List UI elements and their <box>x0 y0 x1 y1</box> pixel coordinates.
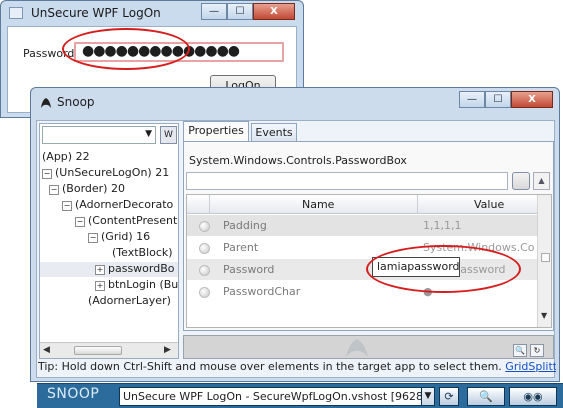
property-status-icon <box>199 221 210 232</box>
gridsplitter-link[interactable]: GridSplitte <box>505 360 556 373</box>
tip-line: Tip: Hold down Ctrl-Shift and mouse over… <box>38 360 556 373</box>
collapse-icon[interactable]: − <box>49 185 59 195</box>
target-app-combo[interactable]: UnSecure WPF LogOn - SecureWpfLogOn.vsho… <box>119 387 435 406</box>
property-status-icon <box>199 243 210 254</box>
tree-node[interactable]: − (Border) 20 <box>40 182 178 197</box>
annotation-ring-password-field <box>62 28 190 70</box>
logon-window-title: UnSecure WPF LogOn <box>31 6 161 20</box>
tree-node[interactable]: + btnLogin (Bu <box>40 278 178 293</box>
minimize-button[interactable]: — <box>459 91 485 108</box>
tree-node[interactable]: (TextBlock) <box>40 246 178 261</box>
tree-node[interactable]: − (AdornerDecorato <box>40 198 178 213</box>
collapse-icon[interactable]: − <box>75 217 85 227</box>
collapse-icon[interactable]: − <box>88 233 98 243</box>
annotation-ring-password-value <box>366 245 521 293</box>
tab-properties[interactable]: Properties <box>183 121 249 142</box>
tree-filter-combo[interactable]: ▼ <box>42 126 156 144</box>
tree-node-label: passwordBo <box>108 262 175 275</box>
close-button[interactable]: X <box>511 91 553 108</box>
tree-node-label: btnLogin (Bu <box>108 278 179 291</box>
tree-node-label: (App) 22 <box>42 150 90 163</box>
property-name: Padding <box>223 219 267 232</box>
expand-icon[interactable]: + <box>95 265 105 275</box>
tree-node[interactable]: − (Grid) 16 <box>40 230 178 245</box>
property-status-icon <box>199 265 210 276</box>
logon-titlebar[interactable]: UnSecure WPF LogOn — ☐ X <box>1 1 303 25</box>
property-name: Parent <box>223 241 259 254</box>
collapse-icon[interactable]: − <box>62 201 72 211</box>
snoop-toolbar: SNOOP UnSecure WPF LogOn - SecureWpfLogO… <box>37 383 563 408</box>
scroll-up-icon[interactable]: ▲ <box>533 172 550 190</box>
zoom-icon[interactable]: 🔍 <box>513 344 527 357</box>
grid-header: Name Value <box>187 195 537 214</box>
snoop-button[interactable]: ◉◉ <box>509 387 557 406</box>
chevron-down-icon[interactable]: ▼ <box>421 387 435 406</box>
scrollbar-thumb[interactable] <box>74 346 122 355</box>
snoop-window-title: Snoop <box>57 95 95 109</box>
property-name: PasswordChar <box>223 285 301 298</box>
refresh-icon: ⟳ <box>444 390 454 403</box>
selected-type-name: System.Windows.Controls.PasswordBox <box>189 154 407 167</box>
refresh-icon[interactable]: ↻ <box>530 344 544 357</box>
properties-view: System.Windows.Controls.PasswordBox ▲ Na… <box>183 141 554 331</box>
snoop-titlebar[interactable]: Snoop — ☐ X <box>31 88 559 116</box>
tree-node-label: (UnSecureLogOn) 21 <box>55 166 170 179</box>
tree-node-label: (Grid) 16 <box>101 230 151 243</box>
window-icon <box>9 7 23 19</box>
visual-tree: (App) 22− (UnSecureLogOn) 21− (Border) 20−… <box>40 148 178 338</box>
tab-events[interactable]: Events <box>251 123 297 142</box>
snoop-bar-label: SNOOP <box>47 386 100 402</box>
wpf-logo-icon: W <box>164 130 173 140</box>
scroll-left-icon[interactable]: ◀ <box>43 345 50 355</box>
scroll-right-icon[interactable]: ▶ <box>164 345 171 355</box>
visual-tree-panel: ▼ W (App) 22− (UnSecureLogOn) 21− (Border)… <box>39 123 179 359</box>
tree-node[interactable]: − (ContentPresent <box>40 214 178 229</box>
maximize-button[interactable]: ☐ <box>227 3 253 20</box>
tree-node-label: (ContentPresent <box>88 214 178 227</box>
maximize-button[interactable]: ☐ <box>485 91 511 108</box>
magnify-button[interactable]: 🔍 <box>467 387 505 406</box>
refresh-button[interactable]: ⟳ <box>439 387 459 406</box>
tree-node[interactable]: − (UnSecureLogOn) 21 <box>40 166 178 181</box>
tree-horizontal-scrollbar[interactable]: ◀ ▶ <box>40 342 178 358</box>
grid-vertical-scrollbar[interactable]: ▼ <box>537 195 551 327</box>
property-filter-input[interactable] <box>186 172 508 190</box>
column-separator[interactable] <box>417 195 418 214</box>
snoop-watermark-icon <box>346 339 368 357</box>
wpf-logo-button[interactable]: W <box>160 126 177 144</box>
tree-node-label: (AdornerDecorato <box>75 198 174 211</box>
tree-node-label: (TextBlock) <box>112 246 173 259</box>
column-header-name[interactable]: Name <box>302 198 334 211</box>
collapse-icon[interactable]: − <box>42 169 52 179</box>
clear-filter-button[interactable] <box>512 172 530 190</box>
snoop-window: Snoop — ☐ X ▼ W (App) 22− (UnSecureLogOn)… <box>30 87 560 382</box>
binoculars-icon: ◉◉ <box>523 390 543 403</box>
property-status-icon <box>199 287 210 298</box>
property-value[interactable]: 1,1,1,1 <box>423 219 461 232</box>
expand-icon[interactable]: + <box>95 281 105 291</box>
chevron-down-icon[interactable]: ▼ <box>145 129 152 139</box>
column-separator <box>209 195 210 214</box>
magnifier-icon: 🔍 <box>479 390 493 403</box>
tree-node-label: (Border) 20 <box>62 182 125 195</box>
property-row[interactable]: Padding 1,1,1,1 <box>187 215 537 236</box>
property-name: Password <box>223 263 275 276</box>
tree-node[interactable]: + passwordBo <box>40 262 178 277</box>
tip-text: Tip: Hold down Ctrl-Shift and mouse over… <box>38 360 502 373</box>
preview-pane <box>183 335 554 359</box>
tree-node[interactable]: (AdornerLayer) <box>40 294 178 309</box>
tree-node-label: (AdornerLayer) <box>88 294 171 307</box>
minimize-button[interactable]: — <box>201 3 227 20</box>
details-panel: Properties Events System.Windows.Control… <box>183 121 554 359</box>
close-button[interactable]: X <box>253 3 295 20</box>
scrollbar-thumb[interactable] <box>541 253 550 262</box>
scroll-down-icon[interactable]: ▼ <box>541 311 547 320</box>
snoop-icon <box>40 97 52 112</box>
tree-node[interactable]: (App) 22 <box>40 150 178 165</box>
column-header-value[interactable]: Value <box>474 198 504 211</box>
